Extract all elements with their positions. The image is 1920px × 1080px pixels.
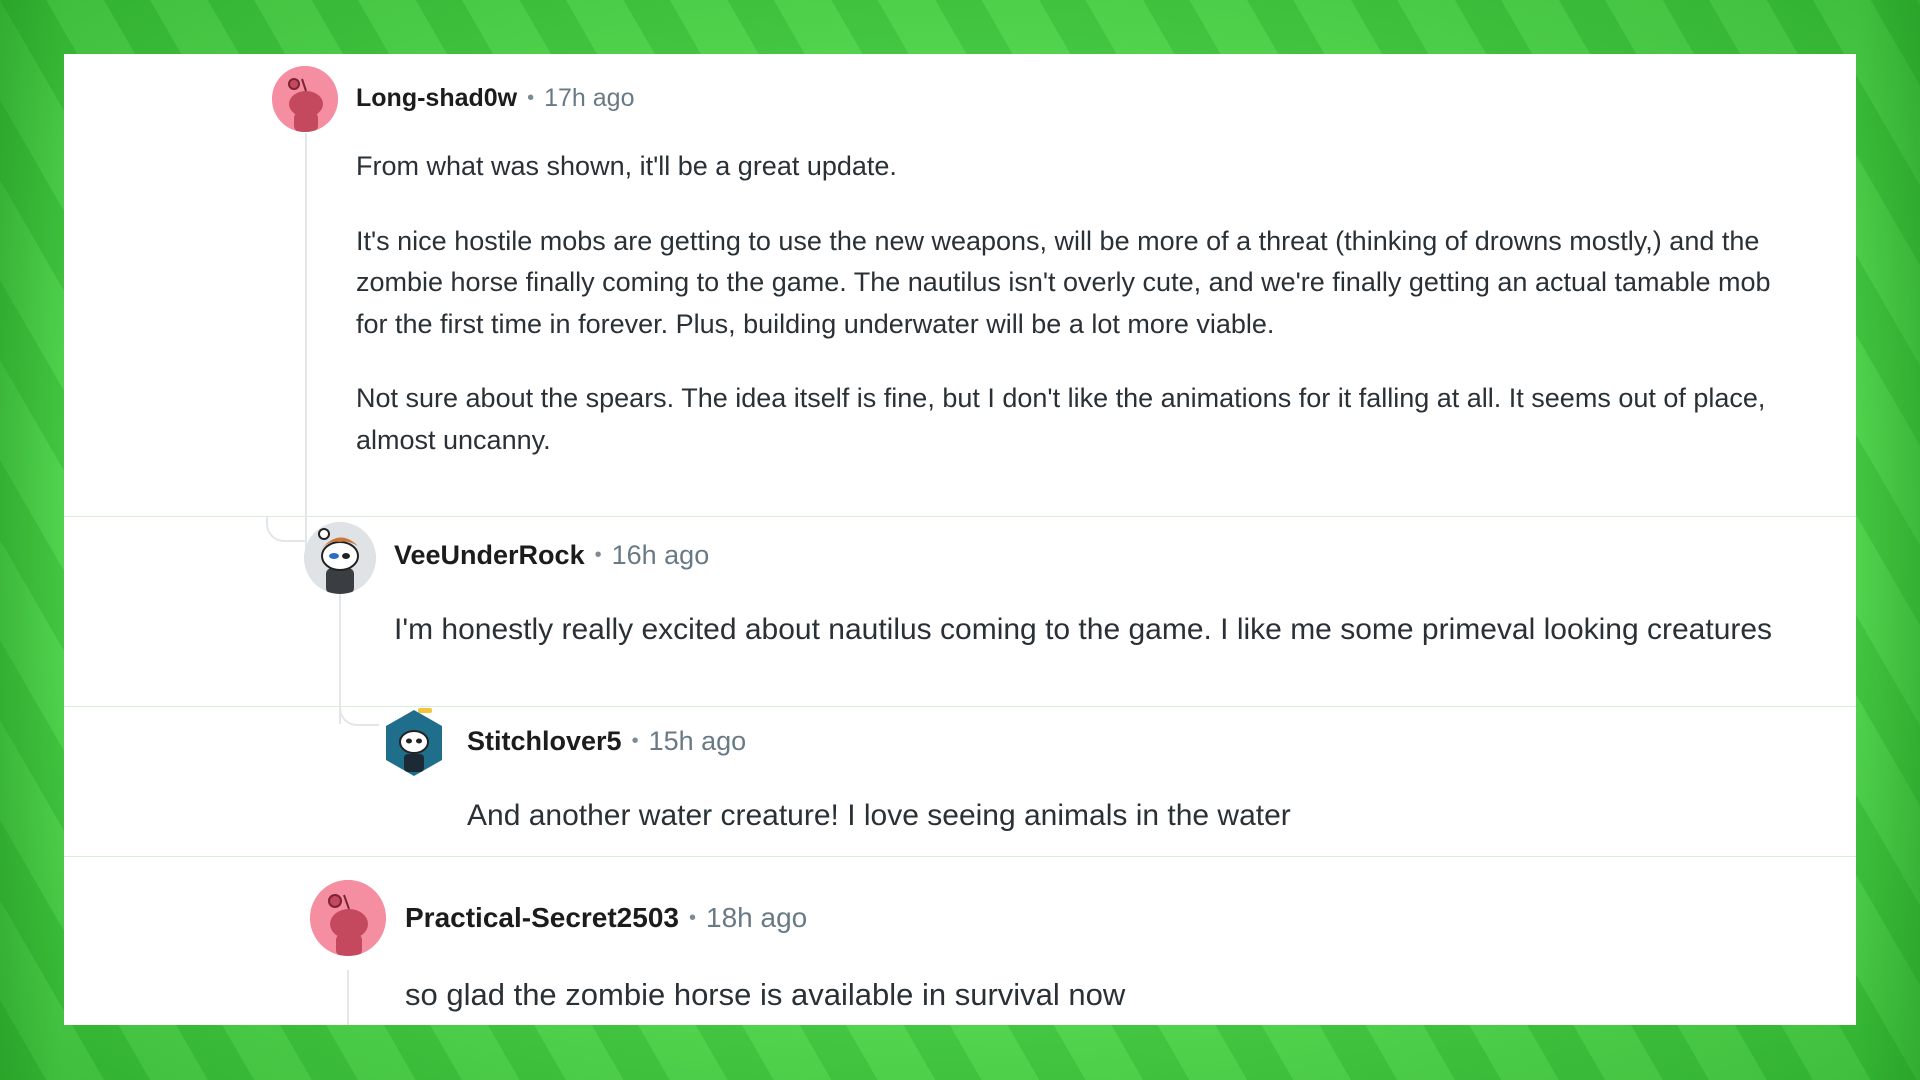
comment-paragraph: I'm honestly really excited about nautil… bbox=[394, 613, 1773, 646]
comment-meta: Stitchlover5 • 15h ago bbox=[467, 726, 746, 757]
comment-meta: Long-shad0w • 17h ago bbox=[356, 84, 635, 113]
comment-thread-card: Long-shad0w • 17h ago From what was show… bbox=[64, 54, 1856, 1025]
comment-body: I'm honestly really excited about nautil… bbox=[394, 607, 1814, 652]
comment-body: From what was shown, it'll be a great up… bbox=[356, 146, 1796, 461]
comment-divider bbox=[64, 706, 1856, 707]
avatar[interactable] bbox=[382, 708, 446, 778]
timestamp[interactable]: 16h ago bbox=[612, 540, 710, 571]
timestamp[interactable]: 18h ago bbox=[706, 902, 807, 934]
separator-dot: • bbox=[631, 730, 639, 752]
comment-divider bbox=[64, 516, 1856, 517]
comment-paragraph: so glad the zombie horse is available in… bbox=[405, 977, 1126, 1012]
comment-divider bbox=[64, 856, 1856, 857]
timestamp[interactable]: 17h ago bbox=[544, 84, 634, 113]
comment-paragraph: Not sure about the spears. The idea itse… bbox=[356, 383, 1766, 455]
username[interactable]: Practical-Secret2503 bbox=[405, 902, 679, 934]
thread-line-1[interactable] bbox=[305, 133, 307, 567]
snoo-default-avatar-icon bbox=[272, 66, 338, 132]
comment-paragraph: From what was shown, it'll be a great up… bbox=[356, 151, 897, 181]
snoo-default-avatar-icon bbox=[310, 880, 386, 956]
username[interactable]: Stitchlover5 bbox=[467, 726, 622, 757]
avatar[interactable] bbox=[272, 66, 338, 132]
snoo-custom-avatar-icon bbox=[304, 522, 376, 594]
thread-branch-1 bbox=[266, 516, 306, 542]
comment-body: And another water creature! I love seein… bbox=[467, 793, 1807, 838]
avatar[interactable] bbox=[304, 522, 376, 594]
snoo-hexagon-nft-avatar-icon bbox=[386, 708, 442, 776]
comment-paragraph: And another water creature! I love seein… bbox=[467, 799, 1291, 832]
separator-dot: • bbox=[594, 544, 602, 566]
thread-branch-2 bbox=[339, 694, 379, 726]
comment-meta: VeeUnderRock • 16h ago bbox=[394, 540, 709, 571]
comment-body: so glad the zombie horse is available in… bbox=[405, 972, 1745, 1017]
thread-line-4[interactable] bbox=[347, 970, 349, 1025]
separator-dot: • bbox=[527, 87, 535, 109]
comment-paragraph: It's nice hostile mobs are getting to us… bbox=[356, 225, 1771, 339]
timestamp[interactable]: 15h ago bbox=[649, 726, 747, 757]
avatar[interactable] bbox=[310, 880, 386, 956]
username[interactable]: VeeUnderRock bbox=[394, 540, 585, 571]
comment-meta: Practical-Secret2503 • 18h ago bbox=[405, 902, 807, 934]
username[interactable]: Long-shad0w bbox=[356, 84, 517, 113]
separator-dot: • bbox=[688, 906, 696, 929]
